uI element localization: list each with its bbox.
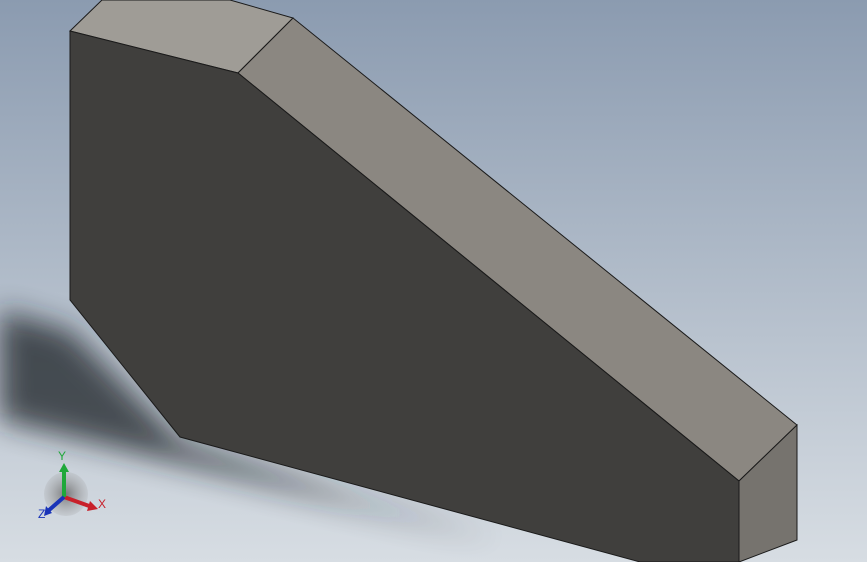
triad-x-label: X bbox=[98, 497, 106, 511]
graphics-viewport[interactable]: X Y Z bbox=[0, 0, 867, 562]
triad-z-label: Z bbox=[38, 507, 45, 521]
triad-y-label: Y bbox=[58, 449, 66, 463]
model-canvas[interactable]: X Y Z bbox=[0, 0, 867, 562]
